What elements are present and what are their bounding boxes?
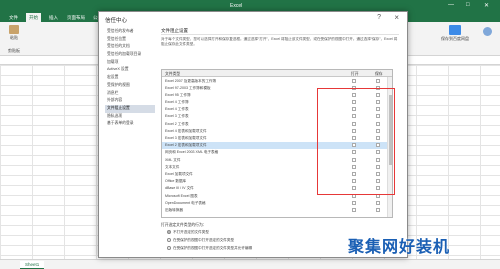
file-type-label: Excel 2 工作表 [165,121,189,126]
file-type-label: Excel 2007 及更高版本的工作簿 [165,78,217,83]
save-checkbox[interactable] [376,78,380,83]
close-window-icon[interactable]: ✕ [484,2,489,9]
watermark-text: 聚集网好装机 [348,239,451,256]
col-file-type: 文件类型 [165,71,181,76]
nav-item-addins[interactable]: 加载项 [105,59,155,67]
open-checkbox[interactable] [352,207,356,212]
file-type-label: Excel 97-2003 工作簿和模板 [165,85,211,90]
radio-label: 不打开选定的文件类型 [173,230,209,234]
trust-center-nav: 受信任的发布者 受信任位置 受信任的文档 受信任的加载项目录 加载项 Activ… [105,28,155,128]
file-type-label: dBase III / IV 文件 [165,186,194,191]
file-type-label: XML 文件 [165,157,181,162]
radio-open-protected-edit[interactable]: 在受保护的视图中打开选定的文件类型并允许编辑 [167,246,252,251]
nav-item-addin-catalogs[interactable]: 受信任的加载项目录 [105,51,155,59]
pane-description: 对于每个文件类型，您可以选择打开和保存复选框。通过选择“打开”，Excel 将阻… [161,37,398,46]
highlight-box [317,88,395,195]
nav-item-protected-view[interactable]: 受保护的视图 [105,82,155,90]
table-row[interactable]: 旧版转换器 [162,206,392,213]
tab-insert[interactable]: 插入 [46,13,61,22]
paste-button[interactable]: 粘贴 [6,25,22,41]
help-icon[interactable]: ? [377,14,381,21]
file-type-label: Excel 3 宏表和加载项文件 [165,136,207,140]
col-save: 保存 [375,71,383,76]
cloud-icon [449,25,461,35]
nav-item-privacy[interactable]: 隐私选项 [105,113,155,121]
nav-item-activex[interactable]: ActiveX 设置 [105,66,155,74]
nav-item-external-content[interactable]: 外部内容 [105,97,155,105]
open-checkbox[interactable] [352,200,356,205]
radio-open-protected[interactable]: 在受保护的视图中打开选定的文件类型 [167,238,234,243]
file-type-label: Excel 4 宏表和加载项文件 [165,128,207,133]
file-type-label: Excel 加载项文件 [165,171,193,176]
nav-item-trusted-documents[interactable]: 受信任的文档 [105,43,155,51]
close-icon[interactable]: × [394,13,399,22]
nav-item-trusted-publishers[interactable]: 受信任的发布者 [105,28,155,36]
file-type-label: Excel 4 工作簿 [165,100,189,105]
nav-item-message-bar[interactable]: 消息栏 [105,90,155,98]
file-type-label: Excel 4 工作表 [165,107,189,112]
file-type-label: 旧版转换器 [165,207,183,212]
radio-label: 在受保护的视图中打开选定的文件类型并允许编辑 [173,246,253,250]
table-row[interactable]: OpenDocument 电子表格 [162,199,392,206]
file-type-label: Excel 95 工作簿 [165,92,191,97]
table-row[interactable]: Excel 2007 及更高版本的工作簿 [162,77,392,84]
save-checkbox[interactable] [376,207,380,212]
clipboard-icon [9,25,19,34]
maximize-icon[interactable]: □ [466,2,470,8]
tab-home[interactable]: 开始 [26,13,41,22]
baidu-cloud-button[interactable]: 保存到百度网盘 [440,25,470,42]
nav-item-form-signin[interactable]: 基于表单的登录 [105,120,155,128]
table-header: 文件类型 打开 保存 [162,70,392,77]
clipboard-group-label: 剪贴板 [8,48,20,53]
radio-icon [167,238,171,242]
tab-page-layout[interactable]: 页面布局 [64,13,88,22]
file-type-label: OpenDocument 电子表格 [165,200,206,205]
minimize-icon[interactable]: — [448,2,454,8]
radio-icon [167,246,171,250]
nav-item-macros[interactable]: 宏设置 [105,74,155,82]
window-title: Excel [230,3,243,9]
radio-do-not-open[interactable]: 不打开选定的文件类型 [167,230,209,235]
save-checkbox[interactable] [376,200,380,205]
dialog-title: 信任中心 [105,18,128,24]
sheet-tab[interactable]: Sheet1 [20,261,45,269]
nav-item-trusted-locations[interactable]: 受信任位置 [105,36,155,44]
file-type-label: Excel 3 工作表 [165,114,189,119]
file-type-label: 网页和 Excel 2003 XML 电子表格 [165,150,219,155]
share-button[interactable] [480,27,494,37]
nav-item-file-block[interactable]: 文件阻止设置 [105,104,155,113]
radio-label: 在受保护的视图中打开选定的文件类型 [173,238,235,242]
cloud-label: 保存到百度网盘 [441,36,469,41]
tab-file[interactable]: 文件 [6,13,21,22]
file-type-label: Office 数据库 [165,179,187,184]
radio-icon [167,230,171,234]
open-checkbox[interactable] [352,78,356,83]
paste-label: 粘贴 [10,35,18,40]
file-type-label: Excel 2 宏表和加载项文件 [165,143,207,148]
open-behavior-title: 打开选定文件类型的行为： [161,223,207,227]
status-bar: Sheet1 [0,259,500,269]
col-open: 打开 [351,71,359,76]
file-type-label: Microsoft Excel 图表 [165,193,198,198]
file-type-label: 文本文件 [165,164,180,169]
pane-title: 文件阻止设置 [161,28,399,35]
share-icon [482,27,492,36]
